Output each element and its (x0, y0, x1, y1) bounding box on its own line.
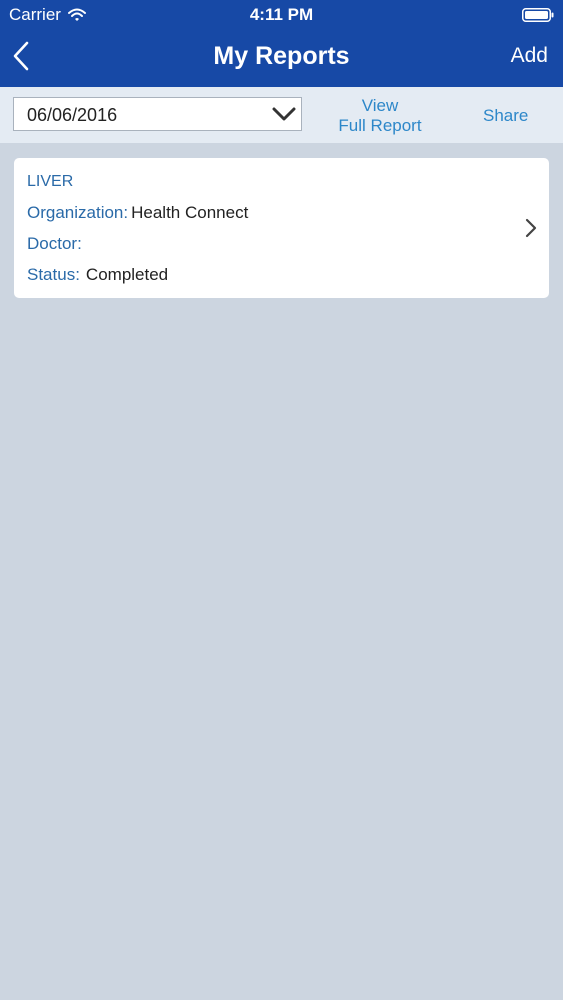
doctor-row: Doctor: (27, 233, 82, 255)
view-label-line2: Full Report (338, 116, 422, 135)
status-time: 4:11 PM (249, 5, 314, 24)
status-value: Completed (85, 265, 169, 284)
report-card[interactable]: LIVER Organization: Health Connect Doctor… (14, 158, 549, 298)
organization-value: Health Connect (131, 203, 249, 222)
navigation-bar: My Reports Add (0, 30, 563, 87)
status-label: Status: (27, 265, 80, 284)
organization-label: Organization: (27, 203, 129, 222)
selected-date: 06/06/2016 (27, 105, 118, 125)
back-chevron-icon (13, 41, 29, 71)
organization-row: Organization: Health Connect (27, 202, 248, 224)
date-select[interactable]: 06/06/2016 (13, 97, 302, 131)
page-title: My Reports (213, 42, 350, 70)
view-full-report-button[interactable]: View Full Report (330, 96, 430, 136)
back-button[interactable] (10, 40, 40, 74)
battery-icon (522, 8, 554, 22)
add-report-button[interactable]: Add (511, 42, 548, 70)
doctor-label: Doctor: (27, 234, 82, 253)
app-header: Carrier 4:11 PM My Reports Add (0, 0, 563, 87)
chevron-down-icon (272, 107, 296, 121)
chevron-right-icon (525, 218, 537, 238)
view-label-line1: View (361, 96, 399, 115)
report-title: LIVER (27, 173, 74, 190)
status-row: Status: Completed (27, 264, 168, 286)
report-toolbar: 06/06/2016 View Full Report Share (0, 87, 563, 143)
status-bar: Carrier 4:11 PM (0, 0, 563, 30)
share-button[interactable]: Share (483, 106, 528, 126)
